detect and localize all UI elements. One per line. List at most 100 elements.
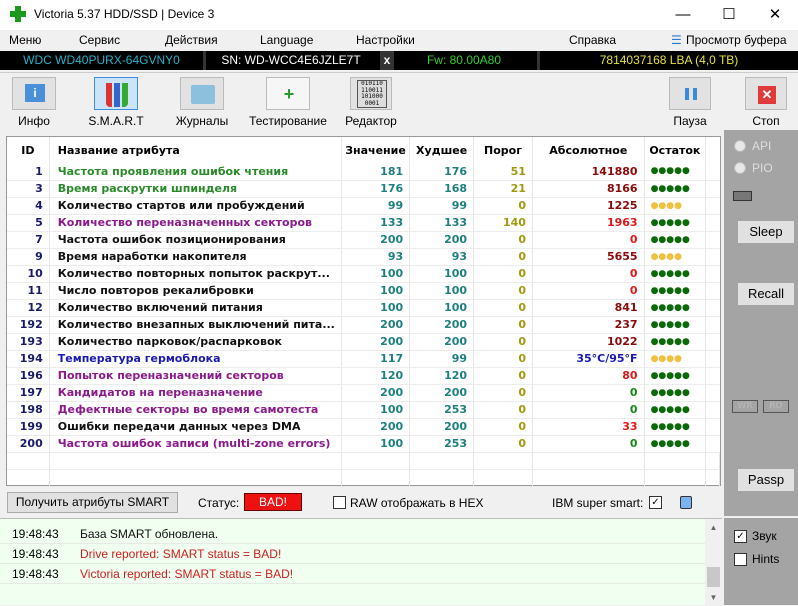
col-raw[interactable]: Абсолютное xyxy=(532,137,645,163)
raw-hex-checkbox[interactable] xyxy=(333,496,346,509)
table-row[interactable]: 196 Попыток переназначений секторов 120 120… xyxy=(7,367,720,385)
col-name[interactable]: Название атрибута xyxy=(49,137,342,163)
rd-indicator: RD xyxy=(763,400,789,413)
wr-indicator: WR xyxy=(732,400,758,413)
table-row[interactable]: 12 Количество включений питания 100 100 0 841… xyxy=(7,299,720,317)
smart-button[interactable]: S.M.A.R.T xyxy=(86,77,146,128)
attr-raw: 35°C/95°F xyxy=(532,350,645,368)
test-button[interactable]: + Тестирование xyxy=(246,77,330,128)
attr-worst: 200 xyxy=(409,333,475,351)
attr-id: 7 xyxy=(7,231,50,249)
menu-actions[interactable]: Действия xyxy=(165,33,218,47)
scroll-down-icon[interactable]: ▼ xyxy=(705,593,722,602)
attr-id: 10 xyxy=(7,265,50,283)
buffer-view-button[interactable]: Просмотр буфера xyxy=(686,33,787,47)
sleep-button[interactable]: Sleep xyxy=(738,221,794,243)
log-entry: 19:48:43 Drive reported: SMART status = B… xyxy=(0,544,705,564)
info-icon: i xyxy=(25,84,45,102)
log-entry: 19:48:43 Victoria reported: SMART status … xyxy=(0,564,705,584)
attr-value: 100 xyxy=(341,282,411,300)
menu-language[interactable]: Language xyxy=(260,33,313,47)
attr-threshold: 0 xyxy=(473,333,533,351)
pause-button[interactable]: Пауза xyxy=(668,77,712,128)
col-threshold[interactable]: Порог xyxy=(473,137,533,163)
attr-raw: 1963 xyxy=(532,214,645,232)
close-device-button[interactable]: x xyxy=(380,51,394,70)
logs-button[interactable]: Журналы xyxy=(172,77,232,128)
attr-worst: 168 xyxy=(409,180,475,198)
menu-main[interactable]: Меню xyxy=(9,33,41,47)
attr-worst: 100 xyxy=(409,265,475,283)
log-time: 19:48:43 xyxy=(12,547,59,561)
col-id[interactable]: ID xyxy=(7,137,50,163)
color-indicator[interactable] xyxy=(680,496,692,509)
maximize-button[interactable]: ☐ xyxy=(706,0,752,30)
smart-label: S.M.A.R.T xyxy=(88,114,144,128)
table-row[interactable]: 200 Частота ошибок записи (multi-zone err… xyxy=(7,435,720,453)
stop-button[interactable]: ✕ Стоп xyxy=(744,77,788,128)
recall-button[interactable]: Recall xyxy=(738,283,794,305)
attr-worst: 100 xyxy=(409,299,475,317)
passp-button[interactable]: Passp xyxy=(738,469,794,491)
scroll-thumb[interactable] xyxy=(707,567,720,587)
table-row[interactable]: 11 Число повторов рекалибровки 100 100 0 0 ●●●… xyxy=(7,282,720,300)
remaining-dots: ●●●● xyxy=(644,248,707,266)
api-radio[interactable] xyxy=(734,140,746,152)
hints-checkbox[interactable] xyxy=(734,553,747,566)
col-worst[interactable]: Худшее xyxy=(409,137,475,163)
remaining-dots: ●●●●● xyxy=(644,299,707,317)
editor-label: Редактор xyxy=(345,114,397,128)
device-model: WDC WD40PURX-64GVNY0 xyxy=(23,53,180,67)
table-row[interactable]: 198 Дефектные секторы во время самотеста 1… xyxy=(7,401,720,419)
title-bar: Victoria 5.37 HDD/SSD | Device 3 — ☐ ✕ xyxy=(0,0,798,30)
table-row[interactable]: 7 Частота ошибок позиционирования 200 200 0 0… xyxy=(7,231,720,249)
table-row[interactable]: 199 Ошибки передачи данных через DMA 200 20… xyxy=(7,418,720,436)
editor-button[interactable]: 010110 110011 101000 0001 Редактор xyxy=(342,77,400,128)
col-value[interactable]: Значение xyxy=(341,137,411,163)
attr-name: Попыток переназначений секторов xyxy=(49,367,342,385)
scroll-up-icon[interactable]: ▲ xyxy=(705,523,722,532)
table-row[interactable]: 4 Количество стартов или пробуждений 99 99 0… xyxy=(7,197,720,215)
smart-table: ID Название атрибута Значение Худшее Пор… xyxy=(6,136,721,487)
col-remaining[interactable]: Остаток xyxy=(644,137,707,163)
indicator-led xyxy=(733,191,752,201)
attr-raw: 1225 xyxy=(532,197,645,215)
table-row[interactable]: 194 Температура гермоблока 117 99 0 35°C/95°F… xyxy=(7,350,720,368)
log-scrollbar[interactable]: ▲ ▼ xyxy=(705,519,722,606)
remaining-dots: ●●●●● xyxy=(644,367,707,385)
menu-settings[interactable]: Настройки xyxy=(356,33,415,47)
plus-icon: + xyxy=(283,84,295,104)
remaining-dots: ●●●●● xyxy=(644,316,707,334)
log-message: Drive reported: SMART status = BAD! xyxy=(80,547,282,561)
table-row[interactable]: 1 Частота проявления ошибок чтения 181 176 5… xyxy=(7,163,720,181)
ibm-super-smart-checkbox[interactable]: ✓ xyxy=(649,496,662,509)
pio-radio[interactable] xyxy=(734,162,746,174)
table-row[interactable]: 192 Количество внезапных выключений пита.… xyxy=(7,316,720,334)
table-row[interactable]: 197 Кандидатов на переназначение 200 200 0 0 ●… xyxy=(7,384,720,402)
remaining-dots: ●●●●● xyxy=(644,435,707,453)
attr-id: 193 xyxy=(7,333,50,351)
attr-name: Количество стартов или пробуждений xyxy=(49,197,342,215)
menu-service[interactable]: Сервис xyxy=(79,33,120,47)
table-row[interactable]: 3 Время раскрутки шпинделя 176 168 21 8166 ●●●… xyxy=(7,180,720,198)
attr-id: 4 xyxy=(7,197,50,215)
attr-worst: 200 xyxy=(409,384,475,402)
info-button[interactable]: i Инфо xyxy=(8,77,60,128)
attr-worst: 253 xyxy=(409,401,475,419)
table-row[interactable]: 10 Количество повторных попыток раскрут..… xyxy=(7,265,720,283)
close-button[interactable]: ✕ xyxy=(752,0,798,30)
attr-worst: 120 xyxy=(409,367,475,385)
app-cross-icon xyxy=(10,6,26,22)
menu-help[interactable]: Справка xyxy=(569,33,616,47)
table-row[interactable]: 5 Количество переназначенных секторов 133 1… xyxy=(7,214,720,232)
attr-raw: 0 xyxy=(532,231,645,249)
attr-value: 176 xyxy=(341,180,411,198)
log-message: Victoria reported: SMART status = BAD! xyxy=(80,567,294,581)
table-row[interactable]: 9 Время наработки накопителя 93 93 0 5655 ●●●● xyxy=(7,248,720,266)
sound-checkbox[interactable]: ✓ xyxy=(734,530,747,543)
table-row[interactable]: 193 Количество парковок/распарковок 200 200… xyxy=(7,333,720,351)
folder-icon xyxy=(191,85,215,104)
minimize-button[interactable]: — xyxy=(660,0,706,30)
get-smart-button[interactable]: Получить атрибуты SMART xyxy=(7,492,178,513)
attr-id: 9 xyxy=(7,248,50,266)
